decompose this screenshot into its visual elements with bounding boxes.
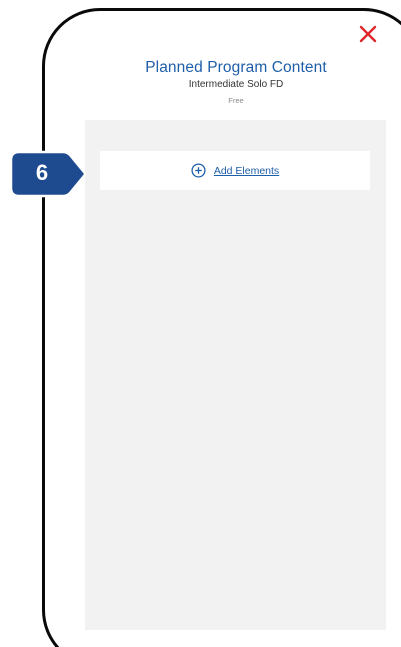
add-elements-button[interactable]: Add Elements (100, 151, 370, 190)
plus-circle-icon (191, 163, 206, 178)
close-icon (359, 25, 377, 43)
screen: Planned Program Content Intermediate Sol… (0, 0, 401, 647)
page-title: Planned Program Content (145, 59, 327, 76)
step-number: 6 (35, 160, 49, 185)
program-subtitle: Intermediate Solo FD (188, 79, 284, 90)
dialog-header: Planned Program Content Intermediate Sol… (85, 58, 387, 107)
program-content-panel (85, 120, 386, 630)
program-type-label: Free (228, 96, 244, 105)
step-callout: 6 (7, 148, 87, 200)
add-elements-link[interactable]: Add Elements (214, 165, 279, 177)
close-button[interactable] (356, 22, 380, 46)
